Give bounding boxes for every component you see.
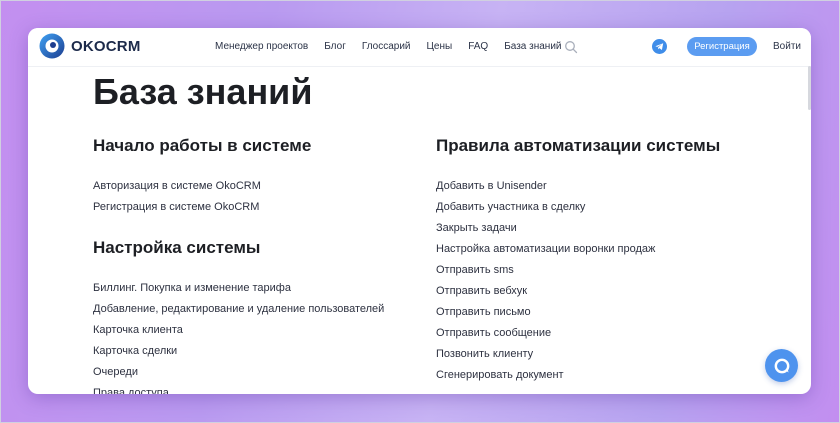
nav-item-glossary[interactable]: Глоссарий (362, 41, 411, 52)
article-link[interactable]: Авторизация в системе OkoCRM (93, 178, 311, 199)
login-link[interactable]: Войти (773, 41, 801, 52)
article-link[interactable]: Добавить в Unisender (436, 178, 720, 199)
article-link[interactable]: Карточка сделки (93, 343, 384, 364)
logo-text: OKOCRM (71, 37, 141, 55)
browser-window: OKOCRM Менеджер проектов Блог Глоссарий … (28, 28, 811, 394)
scrollbar[interactable] (808, 66, 811, 110)
chat-widget-button[interactable] (765, 349, 798, 382)
telegram-icon[interactable] (652, 39, 667, 54)
article-link[interactable]: Отправить письмо (436, 304, 720, 325)
register-button[interactable]: Регистрация (687, 37, 757, 56)
article-link[interactable]: Добавление, редактирование и удаление по… (93, 301, 384, 322)
article-link[interactable]: Отправить вебхук (436, 283, 720, 304)
section-automation-rules: Правила автоматизации системы Добавить в… (436, 136, 720, 388)
article-link[interactable]: Права доступа (93, 385, 384, 394)
article-list: Авторизация в системе OkoCRM Регистрация… (93, 178, 311, 220)
page-title: База знаний (93, 71, 313, 112)
article-link[interactable]: Отправить sms (436, 262, 720, 283)
article-link[interactable]: Позвонить клиенту (436, 346, 720, 367)
article-link[interactable]: Настройка автоматизации воронки продаж (436, 241, 720, 262)
nav-item-project-manager[interactable]: Менеджер проектов (215, 41, 308, 52)
article-link[interactable]: Закрыть задачи (436, 220, 720, 241)
section-title: Начало работы в системе (93, 136, 312, 155)
nav-item-prices[interactable]: Цены (427, 41, 453, 52)
article-list: Добавить в Unisender Добавить участника … (436, 178, 720, 388)
main-nav: Менеджер проектов Блог Глоссарий Цены FA… (215, 41, 578, 52)
nav-item-blog[interactable]: Блог (324, 41, 346, 52)
search-icon[interactable] (564, 40, 578, 54)
logo-icon (39, 33, 65, 59)
article-link[interactable]: Сгенерировать документ (436, 367, 720, 388)
article-link[interactable]: Очереди (93, 364, 384, 385)
logo[interactable]: OKOCRM (39, 33, 141, 59)
nav-item-faq[interactable]: FAQ (468, 41, 488, 52)
nav-item-knowledge-base[interactable]: База знаний (504, 41, 561, 52)
article-link[interactable]: Карточка клиента (93, 322, 384, 343)
section-title: Правила автоматизации системы (436, 136, 721, 155)
article-list: Биллинг. Покупка и изменение тарифа Доба… (93, 280, 384, 394)
article-link[interactable]: Отправить сообщение (436, 325, 720, 346)
chat-icon (774, 358, 789, 373)
article-link[interactable]: Добавить участника в сделку (436, 199, 720, 220)
site-header: OKOCRM Менеджер проектов Блог Глоссарий … (28, 28, 811, 67)
section-getting-started: Начало работы в системе Авторизация в си… (93, 136, 311, 220)
section-title: Настройка системы (93, 238, 261, 257)
article-link[interactable]: Регистрация в системе OkoCRM (93, 199, 311, 220)
section-system-settings: Настройка системы Биллинг. Покупка и изм… (93, 238, 384, 394)
background-frame: OKOCRM Менеджер проектов Блог Глоссарий … (0, 0, 840, 423)
article-link[interactable]: Биллинг. Покупка и изменение тарифа (93, 280, 384, 301)
